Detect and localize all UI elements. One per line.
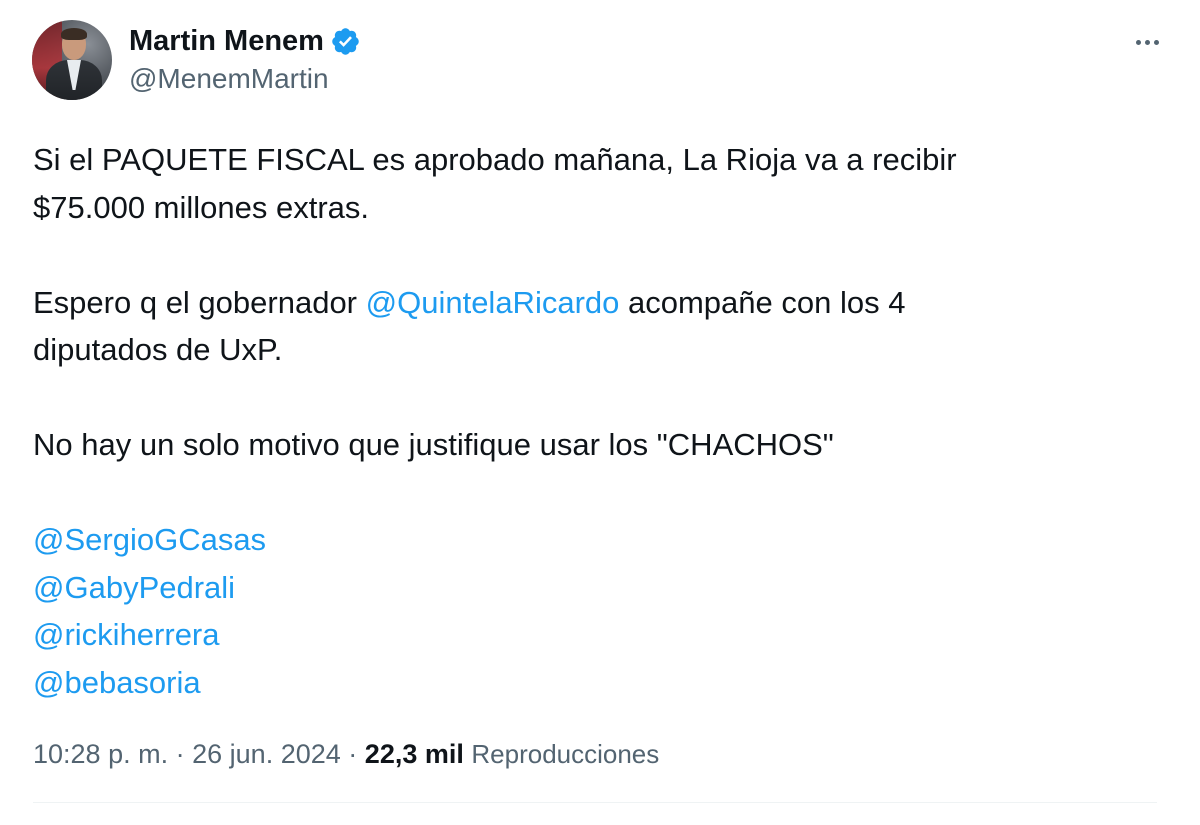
views-count[interactable]: 22,3 mil (365, 739, 464, 769)
meta-separator: · (175, 739, 185, 769)
views-label: Reproducciones (471, 739, 660, 769)
meta-separator: · (348, 739, 358, 769)
mention-link-quintelaricardo[interactable]: @QuintelaRicardo (366, 285, 620, 320)
tweet-header: Martin Menem @MenemMartin (32, 20, 361, 100)
more-options-icon[interactable] (1127, 30, 1167, 54)
author-info: Martin Menem @MenemMartin (129, 23, 361, 97)
tweet-card: Martin Menem @MenemMartin Si el PAQUETE … (0, 0, 1200, 825)
tweet-time[interactable]: 10:28 p. m. (33, 739, 168, 769)
verified-badge-icon (332, 27, 359, 55)
tweet-line: Si el PAQUETE FISCAL es aprobado mañana,… (33, 142, 957, 177)
tweet-meta: 10:28 p. m. · 26 jun. 2024 · 22,3 mil Re… (33, 734, 659, 774)
tweet-text: Si el PAQUETE FISCAL es aprobado mañana,… (33, 136, 1153, 706)
mention-link-bebasoria[interactable]: @bebasoria (33, 659, 1153, 707)
tweet-date[interactable]: 26 jun. 2024 (192, 739, 341, 769)
tweet-line: $75.000 millones extras. (33, 189, 370, 225)
tweet-line: No hay un solo motivo que justifique usa… (33, 427, 834, 462)
mention-link-sergiogcasas[interactable]: @SergioGCasas (33, 516, 1153, 564)
mention-link-rickiherrera[interactable]: @rickiherrera (33, 611, 1153, 659)
mention-link-gabypedrali[interactable]: @GabyPedrali (33, 564, 1153, 612)
author-handle[interactable]: @MenemMartin (129, 61, 361, 97)
tweet-line: diputados de UxP. (33, 332, 283, 367)
divider (33, 802, 1157, 803)
avatar[interactable] (32, 20, 112, 100)
tweet-text-segment: Espero q el gobernador (33, 284, 366, 320)
author-display-name[interactable]: Martin Menem (129, 23, 324, 59)
tweet-line: Espero q el gobernador @QuintelaRicardo … (33, 279, 1153, 327)
tweet-text-segment: acompañe con los 4 (619, 284, 906, 320)
